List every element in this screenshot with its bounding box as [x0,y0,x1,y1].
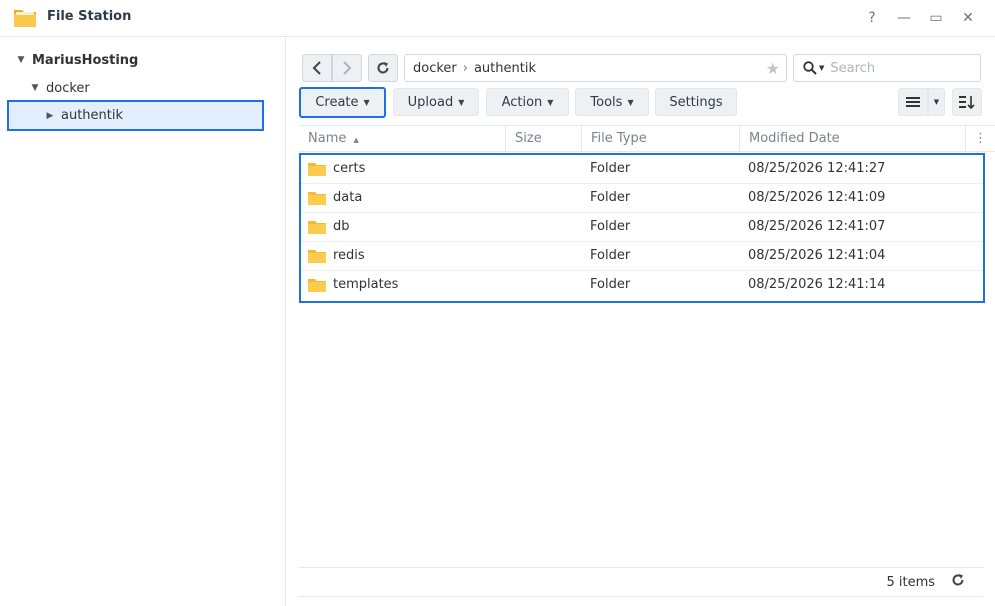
collapsed-caret-icon[interactable]: ▶ [43,111,57,121]
window-title: File Station [47,9,132,24]
tools-button-label: Tools [590,94,623,110]
path-segment[interactable]: docker [413,61,457,76]
file-modified: 08/25/2026 12:41:09 [748,190,886,205]
sort-icon [959,96,975,109]
file-list: certs Folder 08/25/2026 12:41:27 data Fo… [299,153,985,303]
sidebar-tree: ▼ MariusHosting ▼ docker ▶ authentik [0,38,286,606]
table-header: Name ▲ Size File Type Modified Date ⋮ [299,125,995,152]
sort-button[interactable] [952,88,982,116]
list-view-icon [906,97,920,107]
file-type: Folder [590,248,631,263]
chevron-right-icon [343,61,352,75]
search-icon [803,61,817,75]
status-bar: 5 items [299,567,983,597]
file-name: templates [333,277,399,292]
file-modified: 08/25/2026 12:41:14 [748,277,886,292]
folder-icon [308,192,326,205]
table-row[interactable]: data Folder 08/25/2026 12:41:09 [301,184,983,213]
column-header-size[interactable]: Size [506,126,582,152]
file-type: Folder [590,161,631,176]
create-button-label: Create [315,95,359,110]
expanded-caret-icon[interactable]: ▼ [14,55,28,65]
column-header-modified-date[interactable]: Modified Date [740,126,966,152]
upload-button[interactable]: Upload ▼ [393,88,479,116]
column-options-icon[interactable]: ⋮ [966,126,995,152]
search-input[interactable] [830,60,971,76]
file-type: Folder [590,277,631,292]
path-bar[interactable]: docker › authentik ★ [404,54,787,82]
forward-button[interactable] [332,54,362,82]
star-icon[interactable]: ★ [766,59,780,78]
file-station-icon [14,10,36,27]
chevron-down-icon: ▼ [627,97,634,107]
tree-item-label: authentik [61,108,124,123]
column-header-name[interactable]: Name ▲ [299,126,506,152]
table-row[interactable]: redis Folder 08/25/2026 12:41:04 [301,242,983,271]
file-modified: 08/25/2026 12:41:04 [748,248,886,263]
view-options-button[interactable]: ▼ [928,88,945,116]
path-segment[interactable]: authentik [474,61,536,76]
main-panel: docker › authentik ★ ▼ Create ▼ Upload ▼ A… [287,38,995,606]
file-modified: 08/25/2026 12:41:27 [748,161,886,176]
settings-button-label: Settings [669,94,723,110]
file-name: redis [333,248,365,263]
chevron-left-icon [312,61,321,75]
action-button-label: Action [501,94,543,110]
sort-asc-icon: ▲ [353,136,359,144]
column-label: Name [308,131,347,146]
chevron-down-icon[interactable]: ▼ [819,64,824,72]
chevron-down-icon: ▼ [363,98,370,107]
item-count: 5 items [886,575,935,590]
chevron-down-icon: ▼ [933,98,940,106]
chevron-down-icon: ▼ [547,97,554,107]
back-button[interactable] [302,54,332,82]
settings-button[interactable]: Settings [655,88,737,116]
tree-item-label: docker [46,80,90,96]
search-box[interactable]: ▼ [793,54,981,82]
file-type: Folder [590,219,631,234]
upload-button-label: Upload [407,94,454,110]
table-row[interactable]: templates Folder 08/25/2026 12:41:14 [301,271,983,300]
file-modified: 08/25/2026 12:41:07 [748,219,886,234]
folder-icon [308,221,326,234]
minimize-icon[interactable]: — [894,8,914,28]
tree-item-docker[interactable]: ▼ docker [28,75,268,101]
refresh-icon[interactable] [951,573,965,591]
file-name: certs [333,161,366,176]
tree-item-label: MariusHosting [32,52,139,68]
refresh-icon [377,62,389,74]
folder-icon [308,250,326,263]
help-icon[interactable]: ? [862,8,882,28]
folder-icon [308,163,326,176]
create-button[interactable]: Create ▼ [299,87,386,118]
chevron-down-icon: ▼ [458,97,465,107]
file-type: Folder [590,190,631,205]
close-icon[interactable]: ✕ [958,8,978,28]
file-name: db [333,219,350,234]
title-bar: File Station ? — ▭ ✕ [0,0,995,37]
table-row[interactable]: certs Folder 08/25/2026 12:41:27 [301,155,983,184]
folder-icon [308,279,326,292]
tree-item-root[interactable]: ▼ MariusHosting [14,47,274,73]
maximize-icon[interactable]: ▭ [926,8,946,28]
file-name: data [333,190,363,205]
action-button[interactable]: Action ▼ [486,88,569,116]
path-separator: › [462,60,468,76]
table-row[interactable]: db Folder 08/25/2026 12:41:07 [301,213,983,242]
list-view-button[interactable] [898,88,928,116]
tools-button[interactable]: Tools ▼ [575,88,649,116]
tree-item-authentik[interactable]: ▶ authentik [7,100,264,131]
expanded-caret-icon[interactable]: ▼ [28,83,42,93]
refresh-button[interactable] [368,54,398,82]
column-header-file-type[interactable]: File Type [582,126,740,152]
